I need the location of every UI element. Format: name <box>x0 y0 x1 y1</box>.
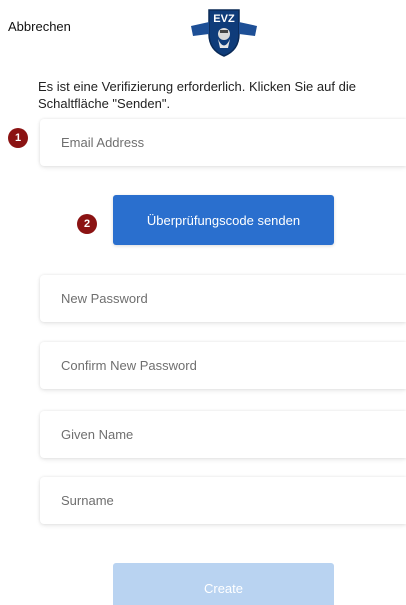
send-verification-code-button[interactable]: Überprüfungscode senden <box>113 195 334 245</box>
given-name-input[interactable] <box>61 427 406 442</box>
verification-instruction: Es ist eine Verifizierung erforderlich. … <box>38 79 356 111</box>
surname-input[interactable] <box>61 493 406 508</box>
create-button[interactable]: Create <box>113 563 334 605</box>
email-field[interactable] <box>40 119 406 166</box>
cancel-link[interactable]: Abbrechen <box>8 19 71 34</box>
email-input[interactable] <box>61 135 406 150</box>
new-password-input[interactable] <box>61 291 406 306</box>
confirm-password-field[interactable] <box>40 342 406 389</box>
surname-field[interactable] <box>40 477 406 524</box>
step-marker-1: 1 <box>8 128 28 148</box>
new-password-field[interactable] <box>40 275 406 322</box>
password-reset-page: Abbrechen EVZ Es ist eine Verifizierung … <box>0 0 406 605</box>
step-marker-2: 2 <box>77 214 97 234</box>
evz-logo: EVZ <box>187 4 261 58</box>
logo-lettering: EVZ <box>213 13 235 25</box>
given-name-field[interactable] <box>40 411 406 458</box>
confirm-password-input[interactable] <box>61 358 406 373</box>
